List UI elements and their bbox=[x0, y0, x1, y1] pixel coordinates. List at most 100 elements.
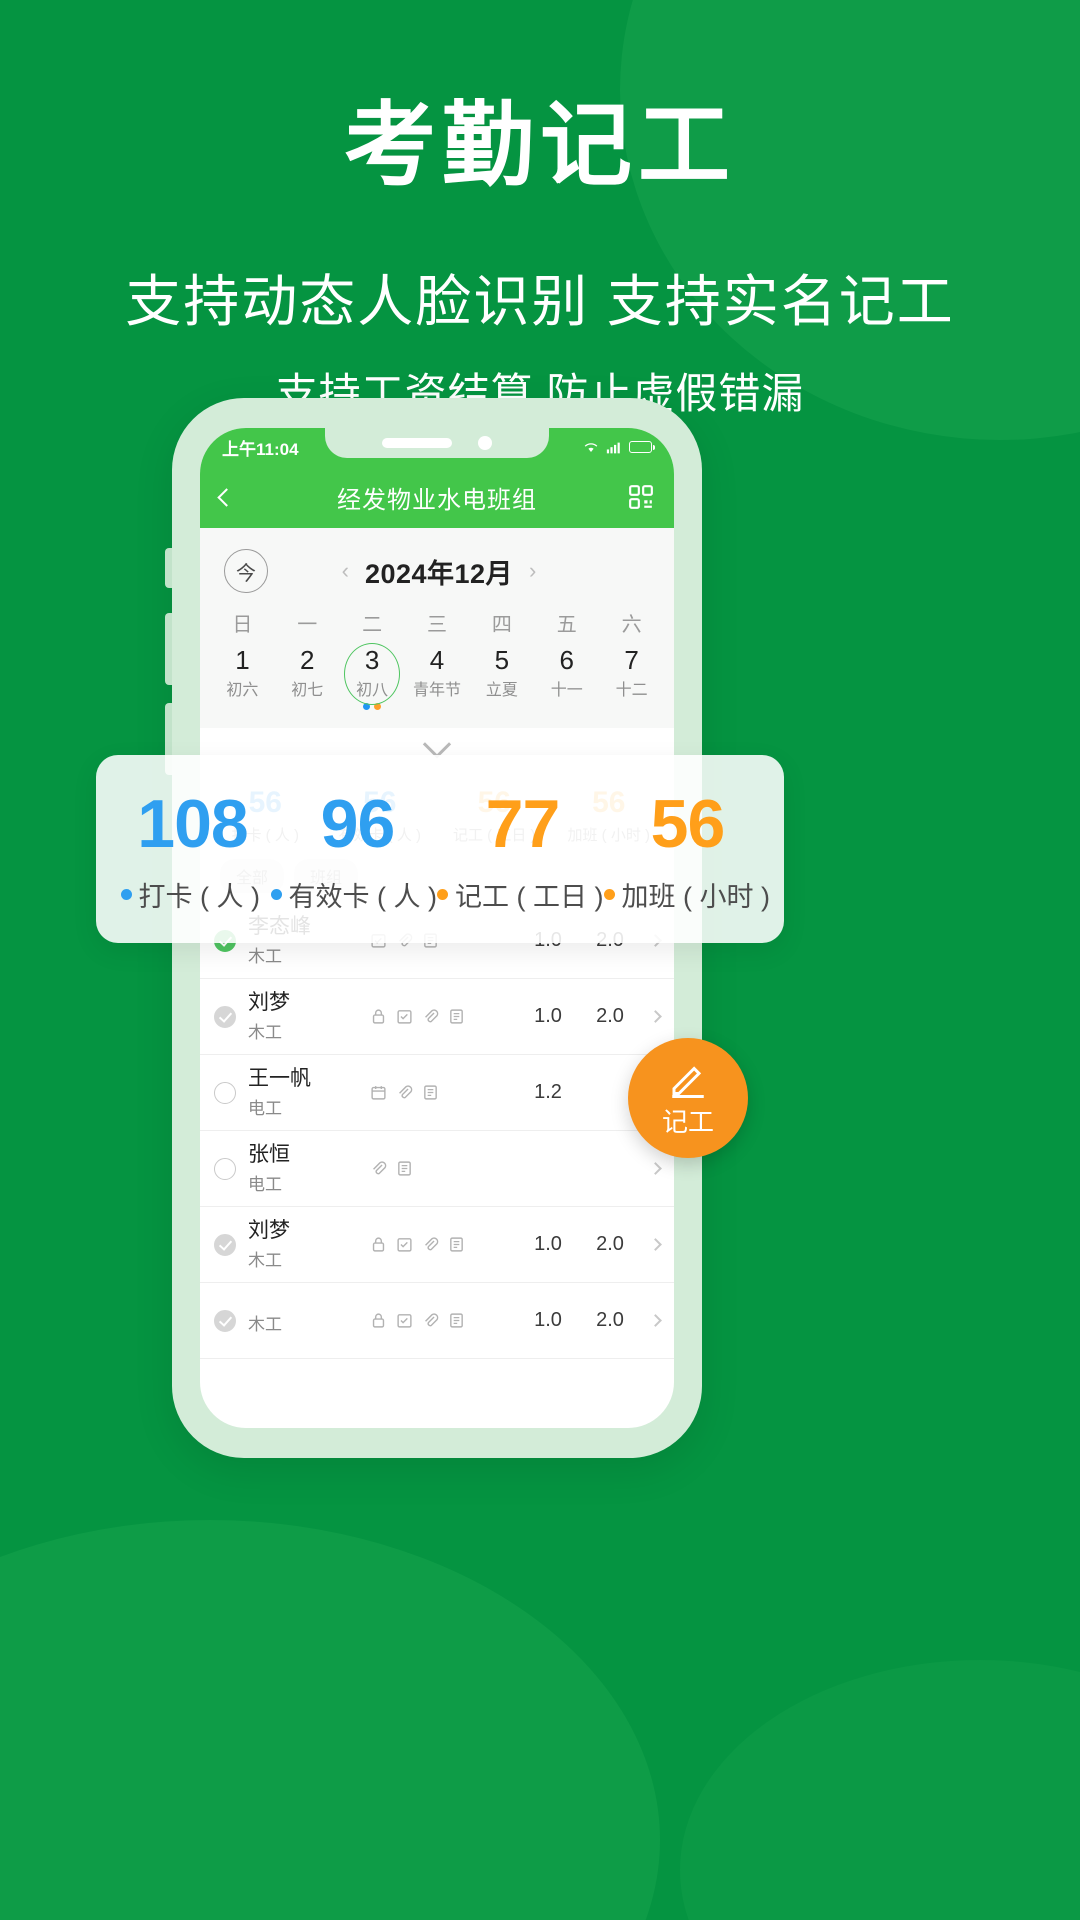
calendar-day[interactable]: 6 十一 bbox=[534, 639, 599, 720]
lock-icon bbox=[372, 1237, 385, 1252]
row-checkbox[interactable] bbox=[214, 1233, 236, 1256]
status-bar-time: 上午11:04 bbox=[222, 439, 299, 459]
attachment-icon[interactable] bbox=[396, 1084, 413, 1101]
calendar-icon[interactable] bbox=[370, 1084, 387, 1101]
cellular-signal-icon bbox=[606, 442, 620, 453]
stats-overlay-labels: 打卡 ( 人 ) 有效卡 ( 人 ) 记工 ( 工日 ) 加班 ( 小时 ) bbox=[110, 875, 770, 914]
weekday-label: 五 bbox=[556, 614, 577, 636]
chevron-right-icon[interactable] bbox=[649, 1162, 662, 1176]
calendar-day-lunar: 十一 bbox=[550, 682, 583, 700]
attachment-icon[interactable] bbox=[422, 1312, 439, 1329]
overlay-stat-value: 108 bbox=[137, 785, 248, 862]
worker-overtime-value: 2.0 bbox=[596, 1233, 624, 1256]
fab-label: 记工 bbox=[661, 1106, 714, 1137]
calendar-day[interactable]: 2 初七 bbox=[275, 639, 340, 720]
calendar-day-number: 2 bbox=[300, 645, 315, 675]
worker-overtime-value: 2.0 bbox=[596, 1309, 624, 1332]
table-row[interactable]: 刘梦 木工 1.0 2.0 bbox=[200, 1207, 674, 1284]
stats-overlay-card: 108 96 77 56 打卡 ( 人 ) 有效卡 ( 人 ) 记工 ( 工日 … bbox=[96, 755, 784, 943]
calendar-check-icon[interactable] bbox=[396, 1236, 413, 1253]
overlay-stat-label: 打卡 ( 人 ) bbox=[138, 881, 261, 912]
table-row[interactable]: 木工 1.0 2.0 bbox=[200, 1283, 674, 1360]
row-checkbox[interactable] bbox=[214, 1081, 236, 1104]
worker-name: 张恒 bbox=[248, 1142, 290, 1166]
phone-side-button bbox=[165, 548, 172, 588]
calendar-check-icon[interactable] bbox=[396, 1312, 413, 1329]
overlay-stat-value: 96 bbox=[320, 785, 396, 862]
calendar-day[interactable]: 7 十二 bbox=[599, 639, 664, 720]
worker-workday-value: 1.2 bbox=[534, 1081, 562, 1104]
calendar-day-number: 7 bbox=[624, 645, 639, 675]
worker-trade: 电工 bbox=[248, 1174, 282, 1194]
weekday-label: 三 bbox=[427, 614, 447, 636]
stats-overlay-values: 108 96 77 56 bbox=[110, 785, 770, 863]
calendar-day[interactable]: 5 立夏 bbox=[469, 639, 534, 720]
calendar-day-number: 3 bbox=[364, 645, 380, 675]
worker-trade: 木工 bbox=[248, 946, 282, 966]
weekday-label: 六 bbox=[621, 614, 642, 636]
table-row[interactable]: 张恒 电工 bbox=[200, 1131, 674, 1208]
table-row[interactable]: 王一帆 电工 1.2 bbox=[200, 1055, 674, 1132]
lock-icon bbox=[372, 1009, 385, 1024]
worker-overtime-value: 2.0 bbox=[596, 1005, 624, 1028]
app-header: 经发物业水电班组 bbox=[200, 466, 674, 528]
battery-icon bbox=[629, 441, 655, 453]
prev-month-button[interactable]: ‹ bbox=[342, 558, 349, 584]
phone-volume-up-button bbox=[165, 613, 172, 685]
legend-dot-blue bbox=[270, 888, 282, 900]
legend-dot-orange bbox=[437, 888, 448, 900]
row-checkbox[interactable] bbox=[214, 1309, 236, 1332]
row-checkbox[interactable] bbox=[214, 1005, 236, 1028]
qr-scan-icon[interactable] bbox=[628, 484, 654, 510]
worker-list: 李态峰 木工 1.0 2.0 刘梦 木工 bbox=[200, 903, 674, 1360]
calendar-day-selected[interactable]: 3 初八 bbox=[340, 639, 405, 720]
calendar-day-lunar: 十二 bbox=[615, 682, 648, 700]
calendar-day[interactable]: 4 青年节 bbox=[405, 639, 470, 720]
calendar-day-lunar: 初七 bbox=[291, 682, 324, 700]
worker-trade: 电工 bbox=[248, 1098, 282, 1118]
worker-name: 刘梦 bbox=[248, 990, 290, 1014]
chevron-right-icon[interactable] bbox=[649, 1238, 662, 1252]
overlay-stat-label: 记工 ( 工日 ) bbox=[455, 881, 604, 912]
signal-wifi-icon bbox=[584, 442, 598, 452]
chevron-right-icon[interactable] bbox=[649, 1314, 662, 1328]
attachment-icon[interactable] bbox=[370, 1160, 387, 1177]
attachment-icon[interactable] bbox=[422, 1008, 439, 1025]
notch-camera bbox=[478, 436, 492, 450]
edit-pencil-icon bbox=[672, 1065, 704, 1098]
attachment-icon[interactable] bbox=[422, 1236, 439, 1253]
worker-trade: 木工 bbox=[248, 1022, 282, 1042]
calendar-day-number: 4 bbox=[429, 645, 445, 675]
calendar-day-number: 5 bbox=[494, 645, 510, 675]
overlay-stat-item: 记工 ( 工日 ) bbox=[437, 875, 604, 914]
calendar-day-lunar: 立夏 bbox=[485, 682, 518, 700]
calendar-weekday-row: 日 一 二 三 四 五 六 bbox=[200, 602, 674, 639]
table-row[interactable]: 刘梦 木工 1.0 2.0 bbox=[200, 979, 674, 1056]
overlay-stat-item: 加班 ( 小时 ) bbox=[603, 875, 771, 914]
note-icon[interactable] bbox=[396, 1160, 413, 1177]
record-work-fab[interactable]: 记工 bbox=[628, 1038, 748, 1158]
worker-workday-value: 1.0 bbox=[534, 1309, 562, 1332]
calendar-day-lunar: 初六 bbox=[226, 682, 259, 700]
note-icon[interactable] bbox=[448, 1312, 465, 1329]
calendar-check-icon[interactable] bbox=[396, 1008, 413, 1025]
weekday-label: 二 bbox=[362, 614, 383, 636]
calendar-widget: 今 ‹ 2024年12月 › 日 一 二 三 四 五 六 1 初六 2 初七 3… bbox=[200, 528, 674, 729]
page-title: 考勤记工 bbox=[343, 95, 736, 197]
calendar-toolbar: 今 ‹ 2024年12月 › bbox=[200, 540, 674, 602]
calendar-day[interactable]: 1 初六 bbox=[210, 639, 275, 720]
next-month-button[interactable]: › bbox=[529, 558, 536, 584]
worker-workday-value: 1.0 bbox=[534, 1005, 562, 1028]
overlay-stat-item: 有效卡 ( 人 ) bbox=[270, 875, 437, 914]
note-icon[interactable] bbox=[422, 1084, 439, 1101]
overlay-stat-label: 加班 ( 小时 ) bbox=[621, 881, 771, 912]
today-button[interactable]: 今 bbox=[224, 549, 268, 593]
row-checkbox[interactable] bbox=[214, 1157, 236, 1180]
chevron-right-icon[interactable] bbox=[649, 1010, 662, 1024]
note-icon[interactable] bbox=[448, 1008, 465, 1025]
calendar-day-lunar: 青年节 bbox=[413, 682, 462, 700]
calendar-date-row: 1 初六 2 初七 3 初八 4 青年节 5 立夏 6 十一 7 十二 bbox=[200, 639, 674, 720]
calendar-day-number: 6 bbox=[559, 645, 574, 675]
note-icon[interactable] bbox=[448, 1236, 465, 1253]
overlay-stat-value: 77 bbox=[485, 785, 561, 862]
